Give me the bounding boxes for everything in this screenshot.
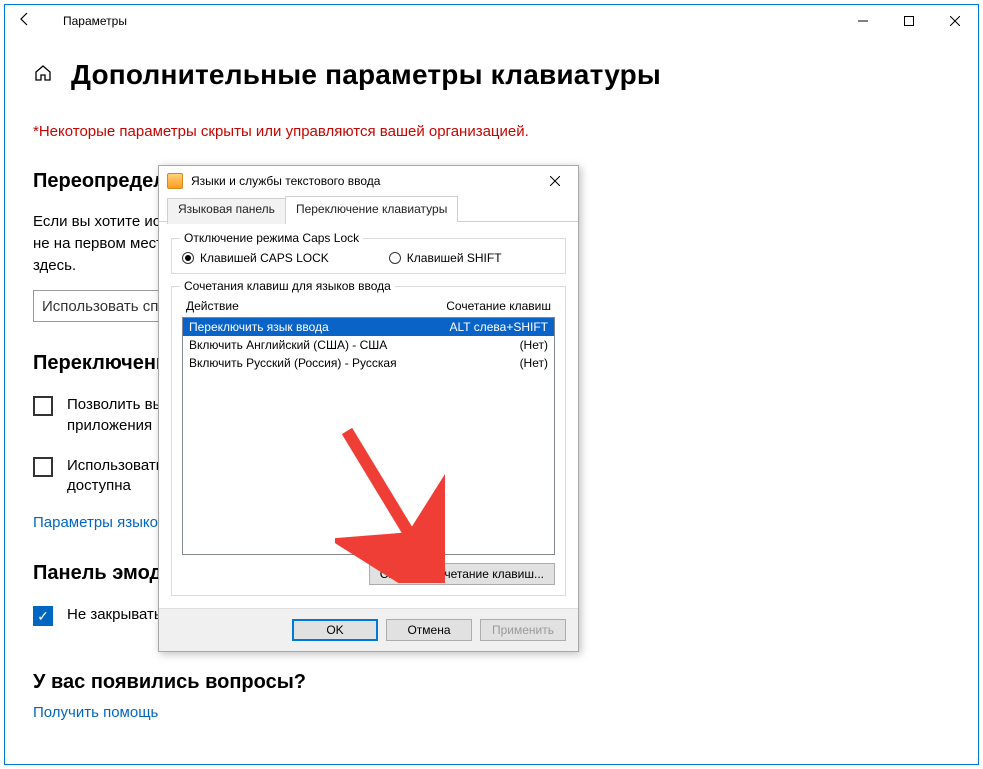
radio-capslock-label: Клавишей CAPS LOCK: [200, 251, 329, 265]
titlebar: Параметры: [5, 5, 978, 37]
row-action: Включить Русский (Россия) - Русская: [189, 356, 418, 370]
tab-keyboard-switch[interactable]: Переключение клавиатуры: [285, 196, 458, 222]
dialog-icon: [167, 173, 183, 189]
dialog-title: Языки и службы текстового ввода: [191, 174, 380, 188]
radio-icon: [182, 252, 194, 264]
dialog-close-button[interactable]: [540, 174, 570, 189]
ok-button[interactable]: OK: [292, 619, 378, 641]
cancel-button[interactable]: Отмена: [386, 619, 472, 641]
checkbox-icon: [33, 606, 53, 626]
policy-note: *Некоторые параметры скрыты или управляю…: [33, 123, 950, 140]
hotkeys-list[interactable]: Переключить язык ввода ALT слева+SHIFT В…: [182, 317, 555, 555]
col-action: Действие: [186, 299, 421, 313]
override-line3: здесь.: [33, 257, 76, 274]
minimize-button[interactable]: [840, 5, 886, 37]
radio-capslock[interactable]: Клавишей CAPS LOCK: [182, 251, 329, 265]
row-keys: (Нет): [418, 338, 548, 352]
cb2-line1: Использовать: [67, 457, 164, 474]
combo-label: Использовать сп: [42, 298, 158, 315]
radio-shift[interactable]: Клавишей SHIFT: [389, 251, 502, 265]
text-services-dialog: Языки и службы текстового ввода Языковая…: [158, 165, 579, 652]
row-keys: (Нет): [418, 356, 548, 370]
dialog-tabs: Языковая панель Переключение клавиатуры: [159, 195, 578, 222]
get-help-link[interactable]: Получить помощь: [33, 704, 158, 721]
override-line2: не на первом мест: [33, 235, 163, 252]
dialog-titlebar: Языки и службы текстового ввода: [159, 166, 578, 196]
maximize-button[interactable]: [886, 5, 932, 37]
list-item[interactable]: Переключить язык ввода ALT слева+SHIFT: [183, 318, 554, 336]
row-action: Переключить язык ввода: [189, 320, 418, 334]
home-icon[interactable]: [33, 63, 53, 88]
col-keys: Сочетание клавиш: [421, 299, 551, 313]
checkbox-icon: [33, 396, 53, 416]
cb1-line2: приложения: [67, 417, 152, 434]
hotkeys-legend: Сочетания клавиш для языков ввода: [180, 279, 395, 293]
settings-window: Параметры Дополнительные параметры клави…: [4, 4, 979, 765]
list-item[interactable]: Включить Русский (Россия) - Русская (Нет…: [183, 354, 554, 372]
radio-shift-label: Клавишей SHIFT: [407, 251, 502, 265]
radio-icon: [389, 252, 401, 264]
cb2-line2: доступна: [67, 477, 131, 494]
row-action: Включить Английский (США) - США: [189, 338, 418, 352]
tab-language-bar[interactable]: Языковая панель: [167, 198, 286, 224]
close-button[interactable]: [932, 5, 978, 37]
dialog-footer: OK Отмена Применить: [159, 608, 578, 651]
cb1-line1: Позволить выб: [67, 396, 172, 413]
back-button[interactable]: [13, 11, 37, 32]
section-questions-title: У вас появились вопросы?: [33, 671, 950, 694]
page-title: Дополнительные параметры клавиатуры: [71, 59, 661, 91]
override-line1: Если вы хотите исп: [33, 213, 168, 230]
apply-button[interactable]: Применить: [480, 619, 566, 641]
capslock-groupbox: Отключение режима Caps Lock Клавишей CAP…: [171, 238, 566, 274]
list-item[interactable]: Включить Английский (США) - США (Нет): [183, 336, 554, 354]
checkbox-icon: [33, 457, 53, 477]
language-bar-options-link[interactable]: Параметры языков: [33, 514, 166, 531]
row-keys: ALT слева+SHIFT: [418, 320, 548, 334]
capslock-legend: Отключение режима Caps Lock: [180, 231, 363, 245]
window-title: Параметры: [37, 14, 127, 28]
change-key-sequence-button[interactable]: Сменить сочетание клавиш...: [369, 563, 555, 585]
hotkeys-groupbox: Сочетания клавиш для языков ввода Действ…: [171, 286, 566, 596]
